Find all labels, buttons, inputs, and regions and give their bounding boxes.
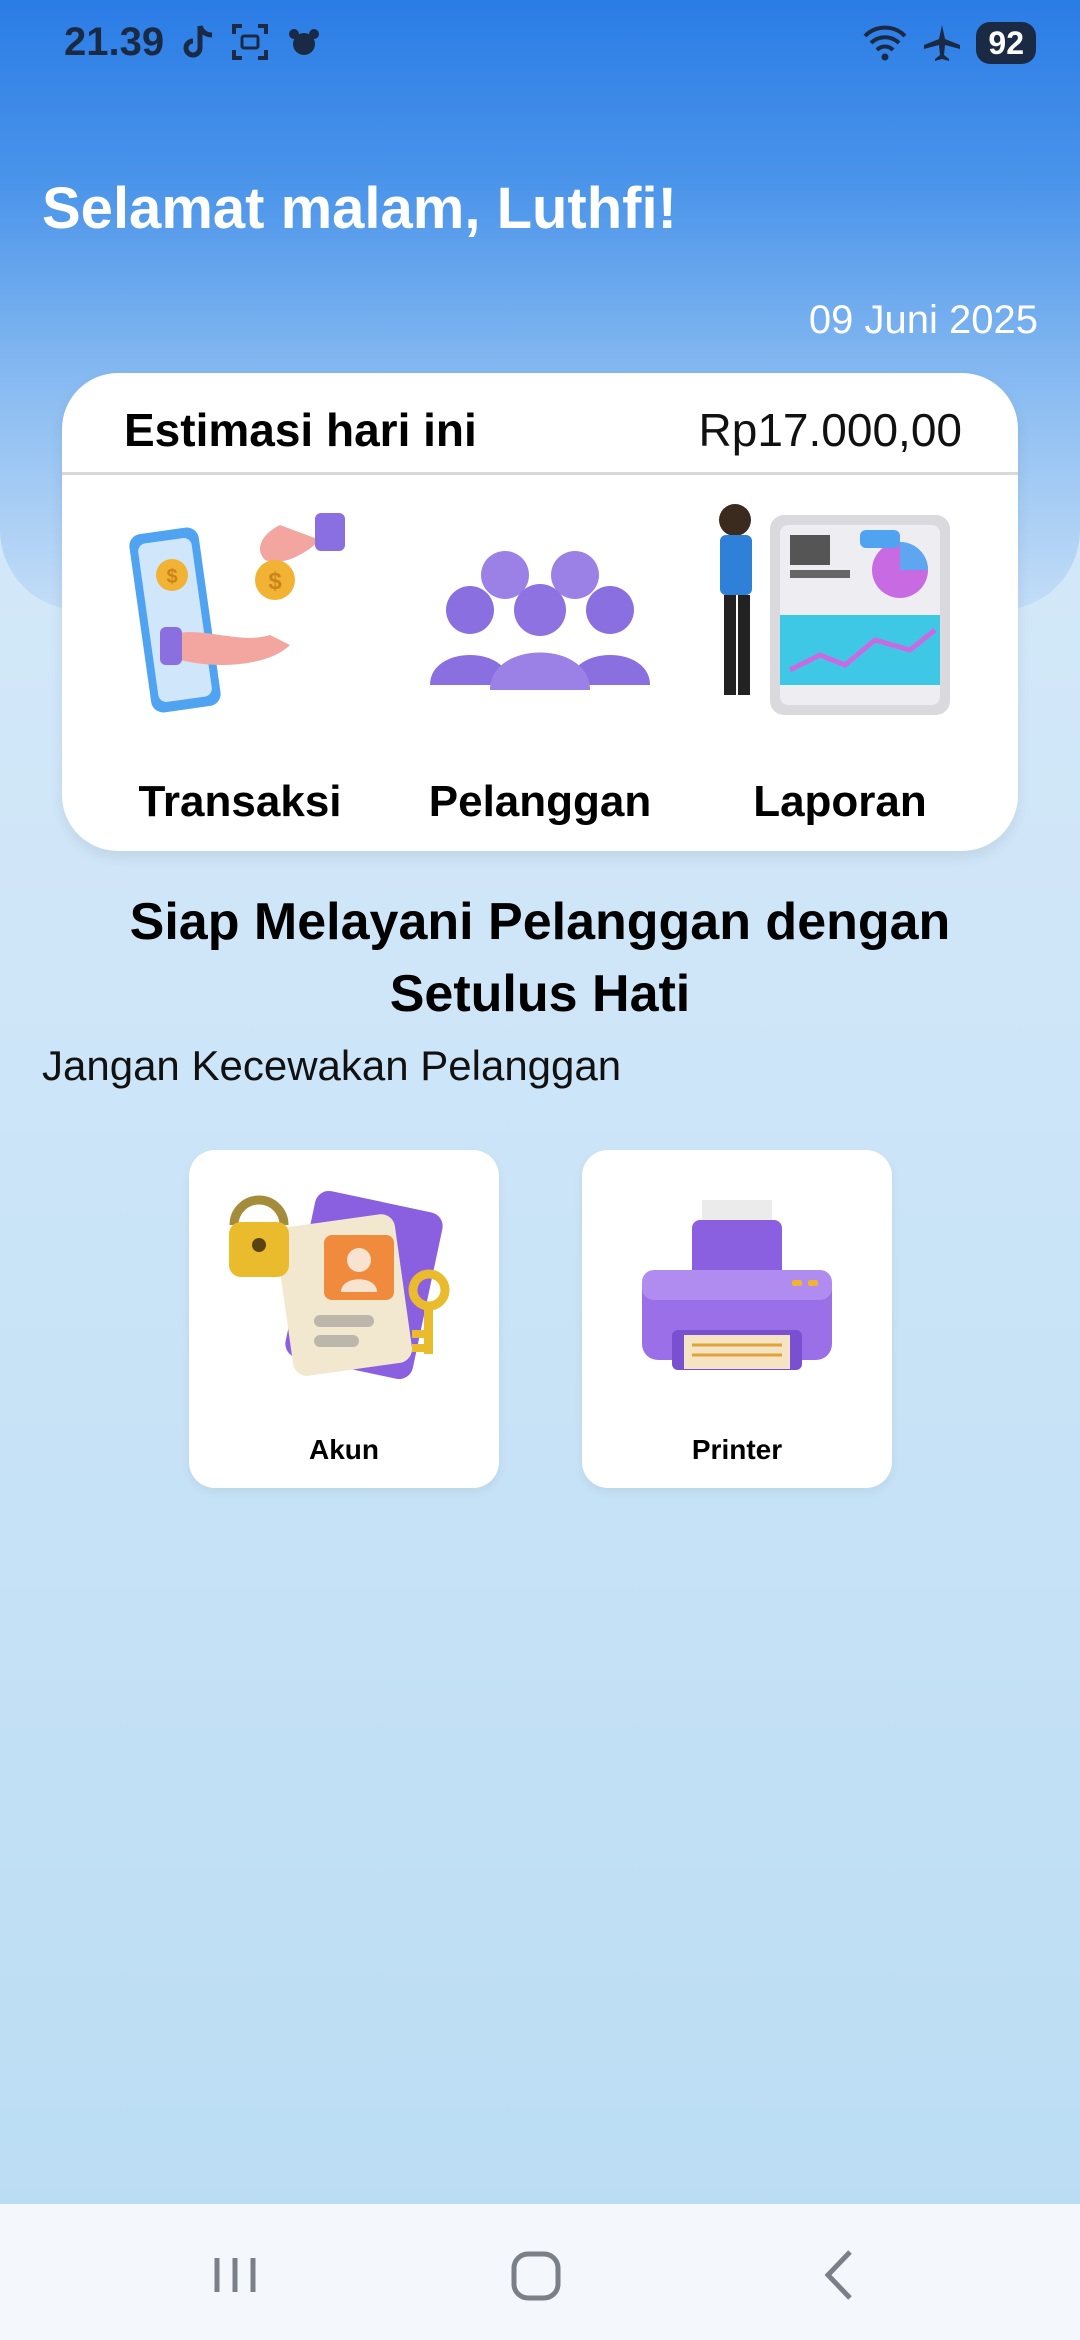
greeting-title: Selamat malam, Luthfi! bbox=[42, 176, 677, 241]
menu-transaksi-label: Transaksi bbox=[138, 777, 342, 826]
status-icons-right: 92 bbox=[862, 22, 1036, 64]
headline: Siap Melayani Pelanggan dengan Setulus H… bbox=[129, 893, 951, 1023]
estimate-header: Estimasi hari ini Rp17.000,00 bbox=[62, 373, 1018, 475]
menu-laporan[interactable]: Laporan bbox=[690, 475, 990, 851]
report-chart-icon bbox=[719, 504, 950, 715]
akun-label: Akun bbox=[309, 1434, 379, 1465]
current-date: 09 Juni 2025 bbox=[808, 298, 1038, 342]
menu-pelanggan-label: Pelanggan bbox=[428, 777, 652, 826]
menu-row: $ $ Transaksi Pelanggan Laporan bbox=[62, 475, 1018, 851]
svg-text:$: $ bbox=[166, 566, 177, 588]
recent-apps-icon[interactable] bbox=[195, 2240, 275, 2310]
notification-icon bbox=[289, 29, 319, 55]
account-lock-icon bbox=[229, 1190, 450, 1380]
svg-text:$: $ bbox=[268, 568, 282, 595]
navigation-bar bbox=[0, 2204, 1080, 2340]
airplane-icon bbox=[924, 25, 961, 61]
estimate-card: Estimasi hari ini Rp17.000,00 $ $ Transa… bbox=[62, 373, 1018, 851]
menu-transaksi[interactable]: $ $ Transaksi bbox=[90, 475, 390, 851]
status-bar: 21.39 92 bbox=[0, 0, 1080, 90]
printer-label: Printer bbox=[691, 1434, 783, 1465]
back-icon[interactable] bbox=[800, 2240, 880, 2310]
battery-indicator: 92 bbox=[976, 22, 1036, 64]
estimate-value: Rp17.000,00 bbox=[698, 404, 962, 456]
status-icons-left bbox=[180, 22, 324, 62]
akun-tile[interactable]: Akun bbox=[189, 1150, 499, 1488]
home-icon[interactable] bbox=[496, 2240, 576, 2310]
tiktok-icon bbox=[183, 25, 213, 58]
menu-pelanggan[interactable]: Pelanggan bbox=[390, 475, 690, 851]
payment-hand-icon: $ $ bbox=[129, 513, 345, 713]
estimate-label: Estimasi hari ini bbox=[124, 404, 477, 456]
printer-tile[interactable]: Printer bbox=[582, 1150, 892, 1488]
subline: Jangan Kecewakan Pelanggan bbox=[42, 1042, 622, 1089]
wifi-icon bbox=[863, 25, 907, 61]
customers-group-icon bbox=[430, 551, 650, 690]
printer-icon bbox=[642, 1200, 832, 1370]
screenshot-icon bbox=[232, 24, 268, 60]
menu-laporan-label: Laporan bbox=[753, 777, 927, 826]
status-time: 21.39 bbox=[64, 20, 165, 64]
